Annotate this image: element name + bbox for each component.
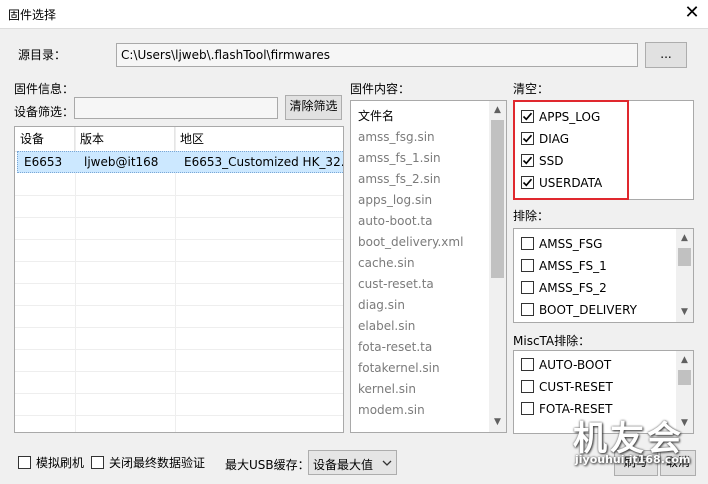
- wipe-label: 清空：: [513, 82, 550, 96]
- watermark-url: jiyouhui.it168.com: [575, 453, 691, 466]
- clear-filter-button[interactable]: 清除筛选: [285, 95, 342, 120]
- list-item[interactable]: fota-reset.ta: [358, 337, 432, 358]
- source-dir-label: 源目录：: [18, 48, 67, 62]
- exclude-item[interactable]: AMSS_FSG: [521, 233, 602, 255]
- table-row-empty: [15, 261, 343, 284]
- source-dir-field[interactable]: C:\Users\ljweb\.flashTool\firmwares: [116, 43, 638, 67]
- usb-buffer-select[interactable]: 设备最大值: [308, 450, 397, 475]
- column-header-device[interactable]: 设备: [15, 127, 75, 151]
- exclude-item[interactable]: BOOT_DELIVERY: [521, 299, 637, 321]
- miscta-exclude-label: MiscTA排除：: [513, 334, 591, 348]
- list-item[interactable]: apps_log.sin: [358, 190, 432, 211]
- scroll-up-icon[interactable]: ▲: [489, 102, 506, 119]
- column-header-region[interactable]: 地区: [175, 127, 343, 151]
- list-item[interactable]: fotakernel.sin: [358, 358, 440, 379]
- highlight-box: [513, 100, 629, 200]
- table-row-empty: [15, 371, 343, 394]
- table-row-empty: [15, 173, 343, 196]
- exclude-item[interactable]: AMSS_FS_2: [521, 277, 607, 299]
- checkbox[interactable]: [521, 358, 534, 371]
- column-header-version[interactable]: 版本: [75, 127, 175, 151]
- table-row-empty: [15, 217, 343, 240]
- table-row-empty: [15, 415, 343, 432]
- checkbox[interactable]: [91, 456, 104, 469]
- checkbox[interactable]: [521, 259, 534, 272]
- list-item[interactable]: amss_fs_2.sin: [358, 169, 441, 190]
- list-item[interactable]: modem.sin: [358, 400, 425, 421]
- cell-version: ljweb@it168: [84, 155, 159, 169]
- checkbox[interactable]: [521, 281, 534, 294]
- scroll-thumb[interactable]: [678, 370, 691, 385]
- table-row-empty: [15, 239, 343, 262]
- exclude-label: 排除：: [513, 209, 550, 223]
- list-item[interactable]: elabel.sin: [358, 316, 415, 337]
- scroll-down-icon[interactable]: ▼: [489, 414, 506, 431]
- table-header: 设备 版本 地区: [15, 127, 343, 152]
- browse-button[interactable]: ...: [645, 42, 687, 68]
- checkbox[interactable]: [521, 303, 534, 316]
- scroll-down-icon[interactable]: ▼: [676, 304, 693, 321]
- exclude-item-label: BOOT_DELIVERY: [539, 303, 637, 317]
- list-item[interactable]: amss_fs_1.sin: [358, 148, 441, 169]
- exclude-list: AMSS_FSG AMSS_FS_1 AMSS_FS_2 BOOT_DELIVE…: [513, 228, 694, 323]
- window-title: 固件选择: [8, 8, 57, 22]
- exclude-scrollbar[interactable]: ▲ ▼: [676, 229, 693, 322]
- close-icon[interactable]: ✕: [682, 2, 702, 24]
- cell-region: E6653_Customized HK_32....: [184, 155, 344, 169]
- checkbox[interactable]: [18, 456, 31, 469]
- exclude-item[interactable]: AMSS_FS_1: [521, 255, 607, 277]
- title-bar: [0, 0, 708, 29]
- firmware-table: 设备 版本 地区 E6653 ljweb@it168 E6653_Customi…: [14, 126, 344, 433]
- list-item[interactable]: boot_delivery.xml: [358, 232, 463, 253]
- disable-verify-label: 关闭最终数据验证: [109, 456, 206, 470]
- list-item[interactable]: amss_fsg.sin: [358, 127, 435, 148]
- firmware-content-label: 固件内容：: [350, 82, 411, 96]
- table-row-empty: [15, 283, 343, 306]
- usb-buffer-value: 设备最大值: [313, 458, 374, 472]
- chevron-down-icon: [382, 460, 392, 466]
- list-item[interactable]: kernel.sin: [358, 379, 416, 400]
- scroll-thumb[interactable]: [678, 248, 691, 266]
- exclude-item-label: AMSS_FSG: [539, 237, 603, 251]
- table-row-empty: [15, 195, 343, 218]
- simulate-flash-label: 模拟刷机: [36, 456, 85, 470]
- miscta-item-label: CUST-RESET: [539, 380, 613, 394]
- list-item[interactable]: diag.sin: [358, 295, 405, 316]
- table-row-empty: [15, 393, 343, 416]
- scroll-up-icon[interactable]: ▲: [676, 352, 693, 369]
- miscta-item[interactable]: CUST-RESET: [521, 376, 613, 398]
- device-filter-input[interactable]: [74, 97, 278, 119]
- checkbox[interactable]: [521, 237, 534, 250]
- cell-device: E6653: [24, 155, 63, 169]
- scroll-thumb[interactable]: [491, 120, 504, 278]
- usb-buffer-label: 最大USB缓存：: [225, 458, 310, 472]
- scroll-up-icon[interactable]: ▲: [676, 230, 693, 247]
- list-item[interactable]: cache.sin: [358, 253, 415, 274]
- checkbox[interactable]: [521, 380, 534, 393]
- disable-verify-checkbox[interactable]: 关闭最终数据验证: [91, 452, 205, 474]
- file-list-scrollbar[interactable]: ▲ ▼: [489, 101, 506, 432]
- table-row[interactable]: E6653 ljweb@it168 E6653_Customized HK_32…: [17, 151, 344, 173]
- table-row-empty: [15, 327, 343, 350]
- list-item[interactable]: cust-reset.ta: [358, 274, 434, 295]
- file-list[interactable]: 文件名 amss_fsg.sin amss_fs_1.sin amss_fs_2…: [350, 100, 507, 433]
- device-filter-label: 设备筛选：: [14, 105, 75, 119]
- exclude-item-label: AMSS_FS_1: [539, 259, 607, 273]
- simulate-flash-checkbox[interactable]: 模拟刷机: [18, 452, 84, 474]
- checkbox[interactable]: [521, 402, 534, 415]
- firmware-info-label: 固件信息：: [14, 82, 75, 96]
- file-list-header: 文件名: [358, 109, 395, 123]
- source-dir-value: C:\Users\ljweb\.flashTool\firmwares: [121, 48, 331, 62]
- miscta-item[interactable]: AUTO-BOOT: [521, 354, 611, 376]
- table-row-empty: [15, 349, 343, 372]
- exclude-item-label: AMSS_FS_2: [539, 281, 607, 295]
- miscta-item-label: AUTO-BOOT: [539, 358, 612, 372]
- table-row-empty: [15, 305, 343, 328]
- list-item[interactable]: auto-boot.ta: [358, 211, 432, 232]
